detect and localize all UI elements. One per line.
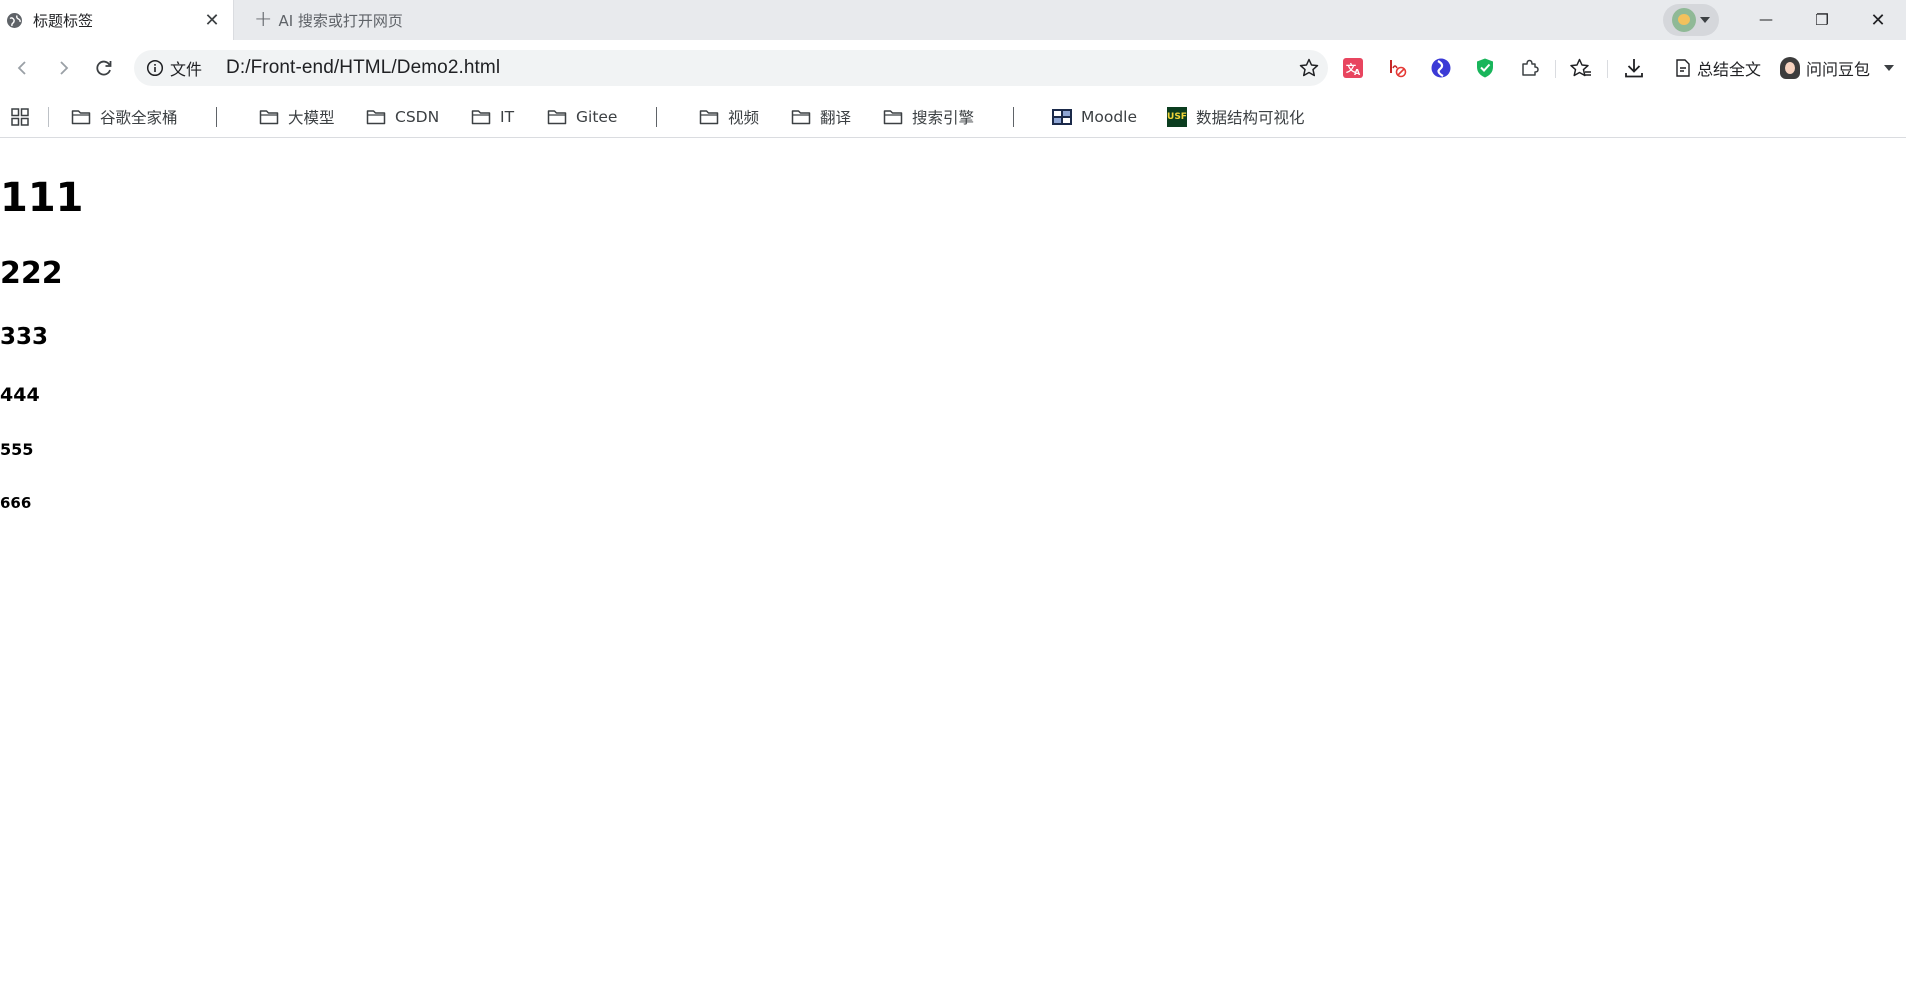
folder-icon <box>259 110 279 125</box>
bookmark-separator <box>48 107 49 127</box>
bookmark-separator <box>656 107 657 127</box>
heading-6: 666 <box>0 494 32 512</box>
summary-button[interactable]: 总结全文 <box>1675 54 1761 82</box>
globe-icon <box>6 12 23 29</box>
toolbar-divider <box>1555 60 1556 78</box>
bookmark-moodle[interactable]: Moodle <box>1052 104 1137 130</box>
back-button[interactable] <box>8 53 38 83</box>
bookmark-folder-llm[interactable]: 大模型 <box>259 104 335 130</box>
bookmark-label: 视频 <box>728 109 760 127</box>
bookmark-separator <box>216 107 217 127</box>
shield-check-icon[interactable] <box>1473 56 1497 80</box>
folder-icon <box>71 110 91 125</box>
heading-5: 555 <box>0 440 34 459</box>
new-tab-label: AI 搜索或打开网页 <box>278 11 403 30</box>
bookmark-label: 翻译 <box>820 109 852 127</box>
back-arrow-icon <box>17 61 26 75</box>
bookmark-star-icon[interactable] <box>1298 57 1320 79</box>
bookmark-label: 搜索引擎 <box>912 109 975 127</box>
folder-icon <box>471 110 491 125</box>
heading-4: 444 <box>0 384 40 406</box>
bookmark-separator <box>1013 107 1014 127</box>
plus-icon: + <box>254 7 273 32</box>
usf-icon: USF <box>1167 107 1187 127</box>
page-content: 111 222 333 444 555 666 <box>0 139 1906 1007</box>
toolbar-divider-2 <box>1607 60 1608 78</box>
bookmark-label: CSDN <box>395 108 440 126</box>
profile-switcher[interactable] <box>1663 4 1719 36</box>
toolbar: 文件 D:/Front-end/HTML/Demo2.html 文A 总结全文 … <box>0 40 1906 96</box>
swirl-extension-icon[interactable] <box>1429 56 1453 80</box>
address-bar[interactable]: 文件 D:/Front-end/HTML/Demo2.html <box>134 50 1328 86</box>
doubao-label: 问问豆包 <box>1806 60 1871 79</box>
reload-button[interactable] <box>89 53 119 83</box>
forward-button[interactable] <box>48 53 78 83</box>
minimize-icon: — <box>1759 12 1773 28</box>
summary-label: 总结全文 <box>1697 60 1762 79</box>
bookmark-folder-search[interactable]: 搜索引擎 <box>883 104 974 130</box>
extensions-puzzle-icon[interactable] <box>1517 56 1541 80</box>
bookmark-folder-gitee[interactable]: Gitee <box>547 104 617 130</box>
bookmark-label: Gitee <box>576 108 618 126</box>
heading-2: 222 <box>0 256 63 291</box>
bookmark-label: 谷歌全家桶 <box>100 109 178 127</box>
heading-3: 333 <box>0 324 49 350</box>
translate-extension-icon[interactable]: 文A <box>1341 56 1365 80</box>
bookmark-usf[interactable]: USF 数据结构可视化 <box>1167 104 1305 130</box>
document-icon <box>1676 59 1690 77</box>
maximize-button[interactable]: ❐ <box>1794 0 1850 40</box>
forward-arrow-icon <box>60 61 69 75</box>
window-close-button[interactable]: ✕ <box>1850 0 1906 40</box>
folder-icon <box>366 110 386 125</box>
minimize-button[interactable]: — <box>1738 0 1794 40</box>
moodle-icon <box>1052 109 1072 125</box>
bookmark-folder-translate[interactable]: 翻译 <box>791 104 851 130</box>
tab-strip: 标题标签 ✕ + AI 搜索或打开网页 <box>0 0 1906 40</box>
doubao-button[interactable]: 问问豆包 <box>1780 54 1895 82</box>
bookmark-label: 大模型 <box>288 109 335 127</box>
restore-icon: ❐ <box>1815 11 1829 29</box>
tab-title: 标题标签 <box>33 11 94 30</box>
bookmark-folder-google[interactable]: 谷歌全家桶 <box>71 104 178 130</box>
bookmark-folder-it[interactable]: IT <box>471 104 514 130</box>
download-icon[interactable] <box>1622 56 1646 80</box>
doubao-avatar <box>1780 57 1800 79</box>
favorites-star-icon[interactable] <box>1569 56 1593 80</box>
folder-icon <box>791 110 811 125</box>
heading-1: 111 <box>0 175 84 221</box>
apps-grid-icon <box>11 108 29 126</box>
url-text[interactable]: D:/Front-end/HTML/Demo2.html <box>226 57 500 79</box>
folder-icon <box>883 110 903 125</box>
folder-icon <box>547 110 567 125</box>
tab-active[interactable]: 标题标签 ✕ <box>0 0 234 40</box>
new-tab-button[interactable]: + AI 搜索或打开网页 <box>234 0 403 40</box>
adblock-extension-icon[interactable] <box>1385 56 1409 80</box>
bookmark-label: IT <box>500 108 515 126</box>
protocol-chip: 文件 <box>170 60 203 79</box>
bookmark-folder-csdn[interactable]: CSDN <box>366 104 439 130</box>
bookmarks-bar: 谷歌全家桶 大模型 CSDN IT Gitee 视频 翻译 搜索引擎 Moodl… <box>0 96 1906 138</box>
reload-icon <box>96 60 112 76</box>
svg-text:A: A <box>1354 68 1361 77</box>
bookmark-label: Moodle <box>1081 108 1138 126</box>
close-icon: ✕ <box>1870 9 1886 31</box>
bookmark-folder-video[interactable]: 视频 <box>699 104 759 130</box>
tab-close-icon[interactable]: ✕ <box>201 10 223 31</box>
avatar <box>1672 8 1696 32</box>
chevron-down-icon <box>1700 17 1710 23</box>
folder-icon <box>699 110 719 125</box>
chevron-down-icon[interactable] <box>1884 65 1895 71</box>
bookmark-label: 数据结构可视化 <box>1196 109 1305 127</box>
apps-grid-button[interactable] <box>10 104 30 130</box>
info-icon[interactable] <box>146 59 164 77</box>
